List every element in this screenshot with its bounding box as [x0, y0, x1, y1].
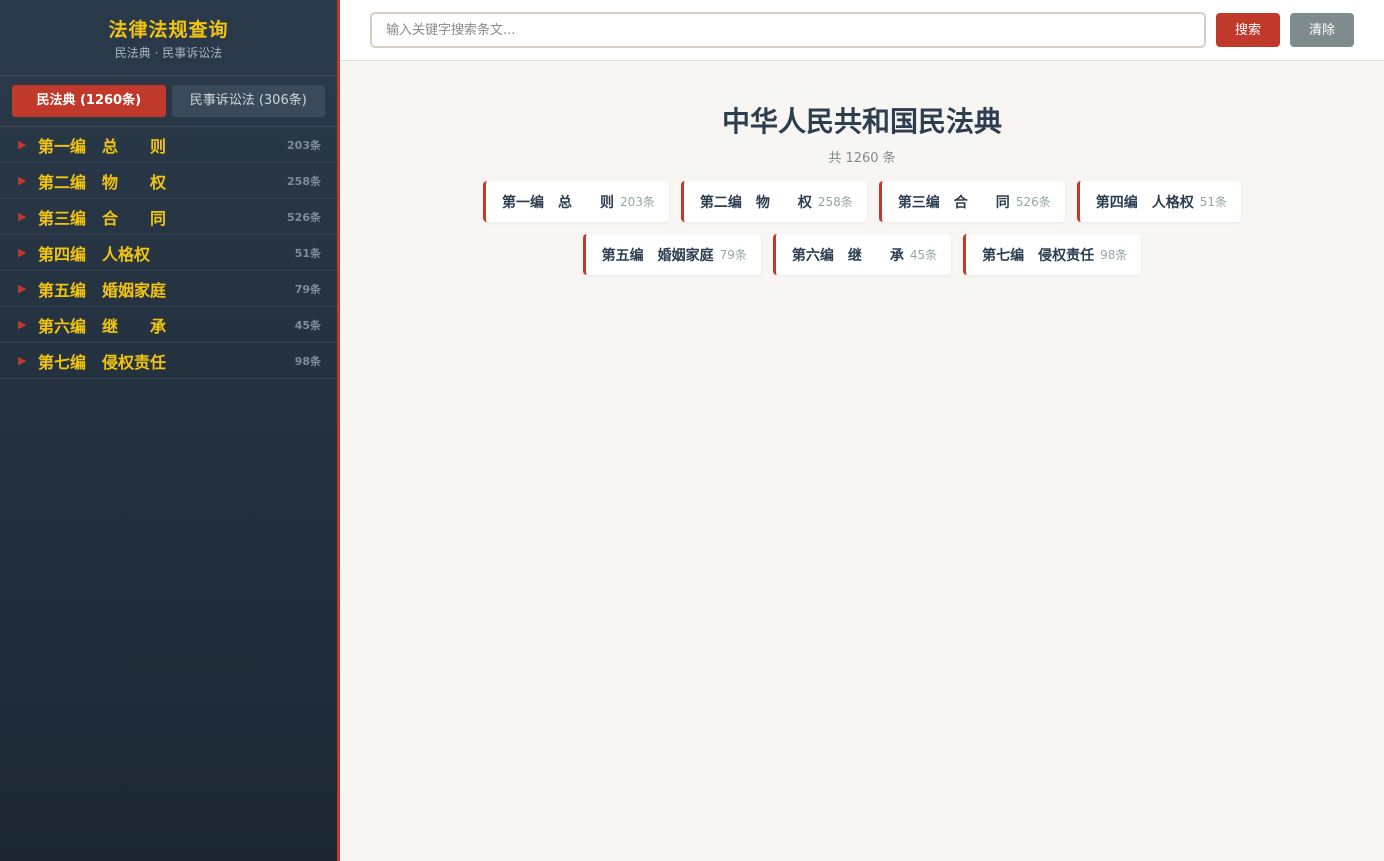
law-tabs: 民法典 (1260条) 民事诉讼法 (306条) [0, 76, 337, 127]
search-input[interactable] [370, 12, 1206, 48]
caret-right-icon: ▶ [18, 210, 27, 223]
nav-item-count: 203条 [287, 138, 321, 152]
sidebar: 法律法规查询 民法典 · 民事诉讼法 民法典 (1260条) 民事诉讼法 (30… [0, 0, 337, 861]
main-content: 中华人民共和国民法典 共 1260 条 第一编 总 则 203条 第二编 物 权… [340, 61, 1384, 861]
book-card-count: 526条 [1015, 195, 1051, 209]
nav-item-book-1[interactable]: ▶ 第一编 总 则 203条 [0, 127, 337, 163]
nav-item-book-7[interactable]: ▶ 第七编 侵权责任 98条 [0, 343, 337, 379]
caret-right-icon: ▶ [18, 282, 27, 295]
book-card-label: 第一编 总 则 [502, 194, 614, 211]
nav-item-book-3[interactable]: ▶ 第三编 合 同 526条 [0, 199, 337, 235]
brand-header: 法律法规查询 民法典 · 民事诉讼法 [0, 0, 337, 76]
caret-right-icon: ▶ [18, 138, 27, 151]
book-card-4[interactable]: 第四编 人格权 51条 [1076, 181, 1241, 222]
book-cards: 第一编 总 则 203条 第二编 物 权 258条 第三编 合 同 526条 第… [452, 181, 1272, 275]
book-card-label: 第五编 婚姻家庭 [601, 247, 714, 264]
search-bar: 搜索 清除 [340, 0, 1384, 61]
book-card-label: 第四编 人格权 [1095, 194, 1194, 211]
book-card-label: 第三编 合 同 [897, 194, 1010, 211]
nav-item-book-5[interactable]: ▶ 第五编 婚姻家庭 79条 [0, 271, 337, 307]
caret-right-icon: ▶ [18, 318, 27, 331]
nav-item-label: 第二编 物 权 [38, 172, 167, 192]
book-card-count: 98条 [1100, 248, 1128, 262]
book-card-1[interactable]: 第一编 总 则 203条 [483, 181, 669, 222]
book-card-6[interactable]: 第六编 继 承 45条 [772, 234, 952, 275]
nav-item-count: 98条 [294, 354, 321, 368]
chapter-nav: ▶ 第一编 总 则 203条 ▶ 第二编 物 权 258条 ▶ 第三编 合 同 … [0, 127, 337, 379]
nav-item-label: 第一编 总 则 [38, 136, 167, 156]
book-card-count: 51条 [1199, 195, 1227, 209]
nav-item-count: 526条 [287, 210, 321, 224]
book-card-count: 79条 [719, 248, 747, 262]
book-card-2[interactable]: 第二编 物 权 258条 [680, 181, 867, 222]
book-card-label: 第七编 侵权责任 [982, 247, 1095, 264]
caret-right-icon: ▶ [18, 246, 27, 259]
book-card-7[interactable]: 第七编 侵权责任 98条 [963, 234, 1142, 275]
nav-item-label: 第三编 合 同 [38, 208, 167, 228]
book-card-5[interactable]: 第五编 婚姻家庭 79条 [582, 234, 761, 275]
tab-civil-procedure-law[interactable]: 民事诉讼法 (306条) [171, 85, 325, 117]
book-card-count: 45条 [909, 248, 938, 262]
page-title: 中华人民共和国民法典 [721, 105, 1002, 138]
nav-item-count: 45条 [294, 318, 321, 332]
book-card-count: 258条 [817, 195, 853, 209]
nav-item-count: 79条 [294, 282, 321, 296]
caret-right-icon: ▶ [18, 354, 27, 367]
clear-button[interactable]: 清除 [1290, 13, 1354, 47]
app-title: 法律法规查询 [108, 19, 229, 41]
nav-item-count: 51条 [294, 246, 321, 260]
nav-item-label: 第五编 婚姻家庭 [38, 280, 167, 300]
book-card-count: 203条 [620, 195, 655, 209]
nav-item-book-2[interactable]: ▶ 第二编 物 权 258条 [0, 163, 337, 199]
search-button[interactable]: 搜索 [1216, 13, 1280, 47]
nav-item-label: 第七编 侵权责任 [38, 352, 167, 372]
book-card-label: 第二编 物 权 [699, 194, 812, 211]
nav-item-count: 258条 [287, 174, 321, 188]
app-subtitle: 民法典 · 民事诉讼法 [114, 46, 223, 60]
book-card-label: 第六编 继 承 [791, 247, 904, 264]
nav-item-book-6[interactable]: ▶ 第六编 继 承 45条 [0, 307, 337, 343]
nav-item-label: 第四编 人格权 [38, 244, 151, 264]
caret-right-icon: ▶ [18, 174, 27, 187]
article-total: 共 1260 条 [828, 151, 896, 166]
nav-item-book-4[interactable]: ▶ 第四编 人格权 51条 [0, 235, 337, 271]
nav-item-label: 第六编 继 承 [38, 316, 167, 336]
tab-civil-code[interactable]: 民法典 (1260条) [12, 85, 166, 117]
book-card-3[interactable]: 第三编 合 同 526条 [878, 181, 1065, 222]
